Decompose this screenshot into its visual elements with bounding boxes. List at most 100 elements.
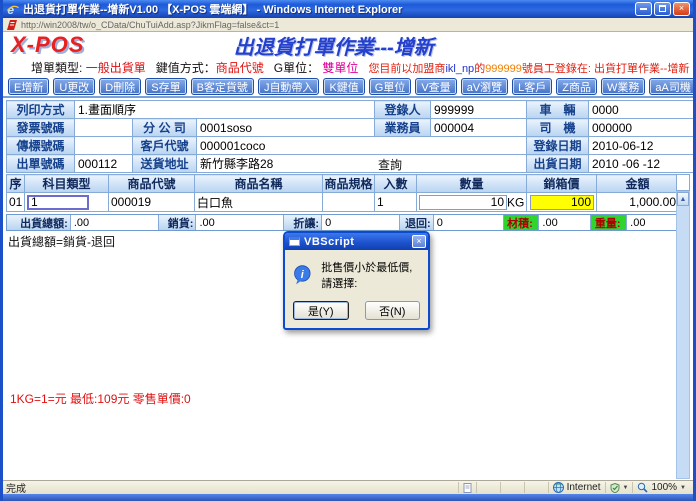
key-mode-label: 鍵值方式： xyxy=(156,59,216,76)
status-text: 完成 xyxy=(6,480,458,495)
item-row: 01 000019 白口魚 1 KG 1,000.00 xyxy=(7,193,679,212)
column-header-amount: 金額 xyxy=(597,175,679,193)
subheader-row: 增單類型: 一般出貨單 鍵值方式： 商品代號 G單位： 雙單位 您目前以加盟商i… xyxy=(3,58,693,77)
scroll-up-button[interactable]: ▲ xyxy=(677,192,689,206)
dialog-close-icon: × xyxy=(416,236,421,246)
driver-label: 司 機 xyxy=(527,119,589,137)
order-no-field[interactable]: 000112 xyxy=(75,155,133,173)
protected-mode-button[interactable]: ▼ xyxy=(605,482,633,493)
dialog-message: 批售價小於最低價,請選擇: xyxy=(321,259,420,291)
item-spec[interactable] xyxy=(323,193,375,212)
voucher-no-field[interactable] xyxy=(75,137,133,155)
price-note: 1KG=1=元 最低:109元 零售單價:0 xyxy=(10,390,191,407)
address-field[interactable]: 新竹縣李路28 查詢 xyxy=(197,155,527,173)
item-pack-count[interactable]: 1 xyxy=(375,193,417,212)
toolbar-button-product[interactable]: Z商品 xyxy=(556,78,597,95)
column-header-quantity: 數量 xyxy=(417,175,527,193)
toolbar-button-keyvalue[interactable]: K鍵值 xyxy=(323,78,364,95)
total-label: 出貨總額: xyxy=(7,215,71,230)
invoice-no-field[interactable] xyxy=(75,119,133,137)
zoom-caret-icon: ▼ xyxy=(680,485,686,491)
sales-label: 銷貨: xyxy=(159,215,197,230)
branch-field[interactable]: 0001soso xyxy=(197,119,375,137)
ship-date-label: 出貨日期 xyxy=(527,155,589,173)
vehicle-field[interactable]: 0000 xyxy=(589,101,694,119)
order-header-form: 列印方式 1.畫面順序 登錄人 999999 車 輛 0000 發票號碼 分 公… xyxy=(6,100,690,173)
voucher-no-label: 傳標號碼 xyxy=(7,137,75,155)
toolbar-button-unit[interactable]: G單位 xyxy=(369,78,412,95)
restore-icon xyxy=(659,5,666,12)
login-user-field[interactable]: 999999 xyxy=(431,101,527,119)
restore-button[interactable] xyxy=(654,2,671,16)
driver-field[interactable]: 000000 xyxy=(589,119,694,137)
zoom-control[interactable]: 100% ▼ xyxy=(632,482,690,493)
weight-label: 重量: xyxy=(591,215,627,230)
volume-label: 材積: xyxy=(504,215,540,230)
column-header-spec: 商品規格 xyxy=(323,175,375,193)
branch-label: 分 公 司 xyxy=(133,119,197,137)
column-header-product-name: 商品名稱 xyxy=(195,175,323,193)
quantity-input[interactable] xyxy=(419,195,507,210)
close-button[interactable]: × xyxy=(673,2,690,16)
magnifier-icon xyxy=(637,482,648,493)
item-product-name[interactable]: 白口魚 xyxy=(195,193,323,212)
print-mode-select[interactable]: 1.畫面順序 xyxy=(75,101,375,119)
vertical-scrollbar[interactable]: ▲ xyxy=(676,191,690,479)
internet-zone-label: Internet xyxy=(567,482,601,493)
login-merchant-id: ikl_np xyxy=(445,63,474,75)
toolbar-button-driver[interactable]: aA司機 xyxy=(649,78,693,95)
toolbar-button-query-qty[interactable]: V查量 xyxy=(415,78,456,95)
statusbar-pane xyxy=(500,482,524,493)
page-icon xyxy=(463,483,472,493)
shield-icon xyxy=(610,483,620,493)
toolbar-button-custom-code[interactable]: B客定貨號 xyxy=(191,78,254,95)
unit-price-input[interactable] xyxy=(530,195,594,210)
category-input[interactable] xyxy=(27,195,89,210)
query-link[interactable]: 查詢 xyxy=(378,156,402,173)
column-header-seq: 序 xyxy=(7,175,25,193)
key-mode-value: 商品代號 xyxy=(216,59,264,76)
toolbar-button-add[interactable]: E增新 xyxy=(8,78,49,95)
bottom-strip xyxy=(3,494,693,501)
page-url[interactable]: http://win2008/tw/o_CData/ChuTuiAdd.asp?… xyxy=(21,20,279,30)
yes-button[interactable]: 是(Y) xyxy=(293,301,349,320)
dialog-titlebar[interactable]: VBScript × xyxy=(285,233,428,250)
login-user-label: 登錄人 xyxy=(375,101,431,119)
item-product-code[interactable]: 000019 xyxy=(109,193,195,212)
return-label: 退回: xyxy=(400,215,434,230)
customer-code-field[interactable]: 000001coco xyxy=(197,137,527,155)
toolbar-button-save[interactable]: S存單 xyxy=(145,78,186,95)
toolbar-button-sales[interactable]: W業務 xyxy=(601,78,645,95)
page-content: X-POS 出退貨打單作業---增新 增單類型: 一般出貨單 鍵值方式： 商品代… xyxy=(3,32,693,480)
item-price-cell xyxy=(527,193,597,212)
order-no-label: 出單號碼 xyxy=(7,155,75,173)
toolbar-button-browse[interactable]: aV瀏覽 xyxy=(461,78,508,95)
item-category-cell xyxy=(25,193,109,212)
login-employee-id: 999999 xyxy=(485,63,522,75)
item-seq: 01 xyxy=(7,193,25,212)
no-button[interactable]: 否(N) xyxy=(365,301,421,320)
dialog-title: VBScript xyxy=(304,236,412,248)
order-type-value: 一般出貨單 xyxy=(86,59,146,76)
reg-date-field[interactable]: 2010-06-12 xyxy=(589,137,694,155)
window-title: 出退貨打單作業--增新V1.00 【X-POS 雲端網】 - Windows I… xyxy=(23,1,635,17)
scrollbar-corner xyxy=(676,174,690,191)
minimize-icon xyxy=(640,8,647,10)
brand-row: X-POS 出退貨打單作業---增新 xyxy=(3,32,693,58)
toolbar-button-update[interactable]: U更改 xyxy=(53,78,95,95)
globe-icon xyxy=(553,482,564,493)
address-label: 送貨地址 xyxy=(133,155,197,173)
customer-code-label: 客戶代號 xyxy=(133,137,197,155)
minimize-button[interactable] xyxy=(635,2,652,16)
toolbar-button-delete[interactable]: D刪除 xyxy=(99,78,141,95)
dialog-close-button[interactable]: × xyxy=(412,235,426,248)
toolbar-button-autofill[interactable]: J自動帶入 xyxy=(258,78,320,95)
salesman-label: 業務員 xyxy=(375,119,431,137)
print-mode-label: 列印方式 xyxy=(7,101,75,119)
ship-date-field[interactable]: 2010 -06 -12 xyxy=(589,155,694,173)
toolbar-button-customer[interactable]: L客戶 xyxy=(512,78,552,95)
login-info: 您目前以加盟商ikl_np的999999號員工登錄在: 出貨打單作業--增新 xyxy=(368,60,689,76)
salesman-field[interactable]: 000004 xyxy=(431,119,527,137)
browser-window: e 出退貨打單作業--增新V1.00 【X-POS 雲端網】 - Windows… xyxy=(0,0,696,501)
column-header-product-code: 商品代號 xyxy=(109,175,195,193)
